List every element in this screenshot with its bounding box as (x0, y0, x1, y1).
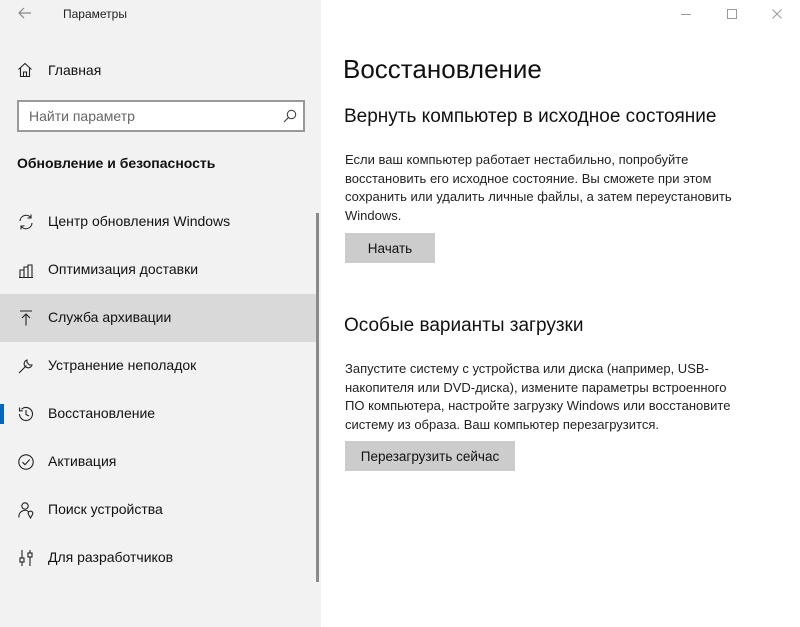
sidebar-item-recovery[interactable]: Восстановление (0, 390, 316, 438)
back-button[interactable] (14, 4, 36, 22)
home-label: Главная (48, 62, 102, 78)
sidebar-item-label: Устранение неполадок (48, 357, 197, 373)
close-button[interactable] (754, 0, 800, 28)
advanced-description-line: накопителя или DVD-диска), измените пара… (345, 379, 727, 395)
home-icon (18, 62, 32, 78)
back-arrow-icon (18, 7, 31, 19)
check-circle-icon (18, 454, 34, 470)
sidebar-item-label: Оптимизация доставки (48, 261, 199, 277)
close-icon (772, 9, 782, 19)
sidebar-item-label: Центр обновления Windows (48, 213, 231, 229)
content-pane (321, 0, 800, 627)
maximize-button[interactable] (709, 0, 755, 28)
sidebar-item-troubleshoot[interactable]: Устранение неполадок (0, 342, 316, 390)
selection-indicator (0, 404, 4, 424)
minimize-icon (681, 14, 691, 15)
sidebar-item-label: Активация (48, 453, 117, 469)
wrench-icon (18, 359, 33, 374)
sidebar-item-delivery-optimization[interactable]: Оптимизация доставки (0, 246, 316, 294)
reset-description-line: Windows. (345, 207, 402, 223)
search-input[interactable] (19, 102, 279, 130)
advanced-startup-description: Запустите систему с устройства или диска… (345, 360, 730, 434)
reset-description-line: Если ваш компьютер работает нестабильно,… (345, 152, 689, 167)
reset-description: Если ваш компьютер работает нестабильно,… (345, 151, 732, 225)
sidebar-item-label: Для разработчиков (48, 549, 174, 565)
sidebar-item-label: Поиск устройства (48, 501, 163, 517)
sync-icon (19, 214, 33, 230)
advanced-startup-heading: Особые варианты загрузки (344, 315, 584, 336)
sidebar-item-label: Служба архивации (48, 309, 172, 325)
upload-icon (20, 310, 32, 326)
advanced-description-line: ПО компьютера, настройте загрузку Window… (345, 398, 731, 413)
person-location-icon (18, 502, 34, 519)
minimize-button[interactable] (663, 0, 709, 28)
page-title: Восстановление (343, 54, 542, 84)
sliders-icon (19, 550, 33, 566)
history-icon (18, 406, 34, 422)
advanced-description-line: Запустите систему с устройства или диска… (345, 361, 709, 376)
sidebar-item-find-device[interactable]: Поиск устройства (0, 486, 316, 534)
advanced-description-line: систему из образа. Ваш компьютер перезаг… (345, 416, 659, 432)
reset-description-line: восстановить его исходное состояние. Вы … (345, 170, 712, 186)
sidebar: Параметры Главная Обновление и безопасно… (0, 0, 321, 627)
sidebar-item-label: Восстановление (48, 405, 156, 421)
section-title: Обновление и безопасность (17, 155, 216, 171)
sidebar-item-developers[interactable]: Для разработчиков (0, 534, 316, 582)
search-box[interactable] (17, 100, 305, 132)
maximize-icon (727, 9, 737, 19)
sidebar-nav: Центр обновления Windows Оптимизация дос… (0, 198, 321, 582)
home-link[interactable]: Главная (0, 54, 321, 88)
search-icon[interactable] (283, 109, 297, 123)
sidebar-item-backup[interactable]: Служба архивации (0, 294, 316, 342)
restart-now-button[interactable]: Перезагрузить сейчас (345, 441, 515, 471)
sidebar-scrollbar[interactable] (316, 213, 319, 582)
sidebar-item-windows-update[interactable]: Центр обновления Windows (0, 198, 316, 246)
sidebar-item-activation[interactable]: Активация (0, 438, 316, 486)
start-reset-button[interactable]: Начать (345, 233, 435, 263)
delivery-icon (19, 264, 33, 279)
reset-heading: Вернуть компьютер в исходное состояние (344, 106, 717, 127)
app-title: Параметры (63, 7, 127, 21)
reset-description-line: сохранить или удалить личные файлы, а за… (345, 189, 732, 204)
